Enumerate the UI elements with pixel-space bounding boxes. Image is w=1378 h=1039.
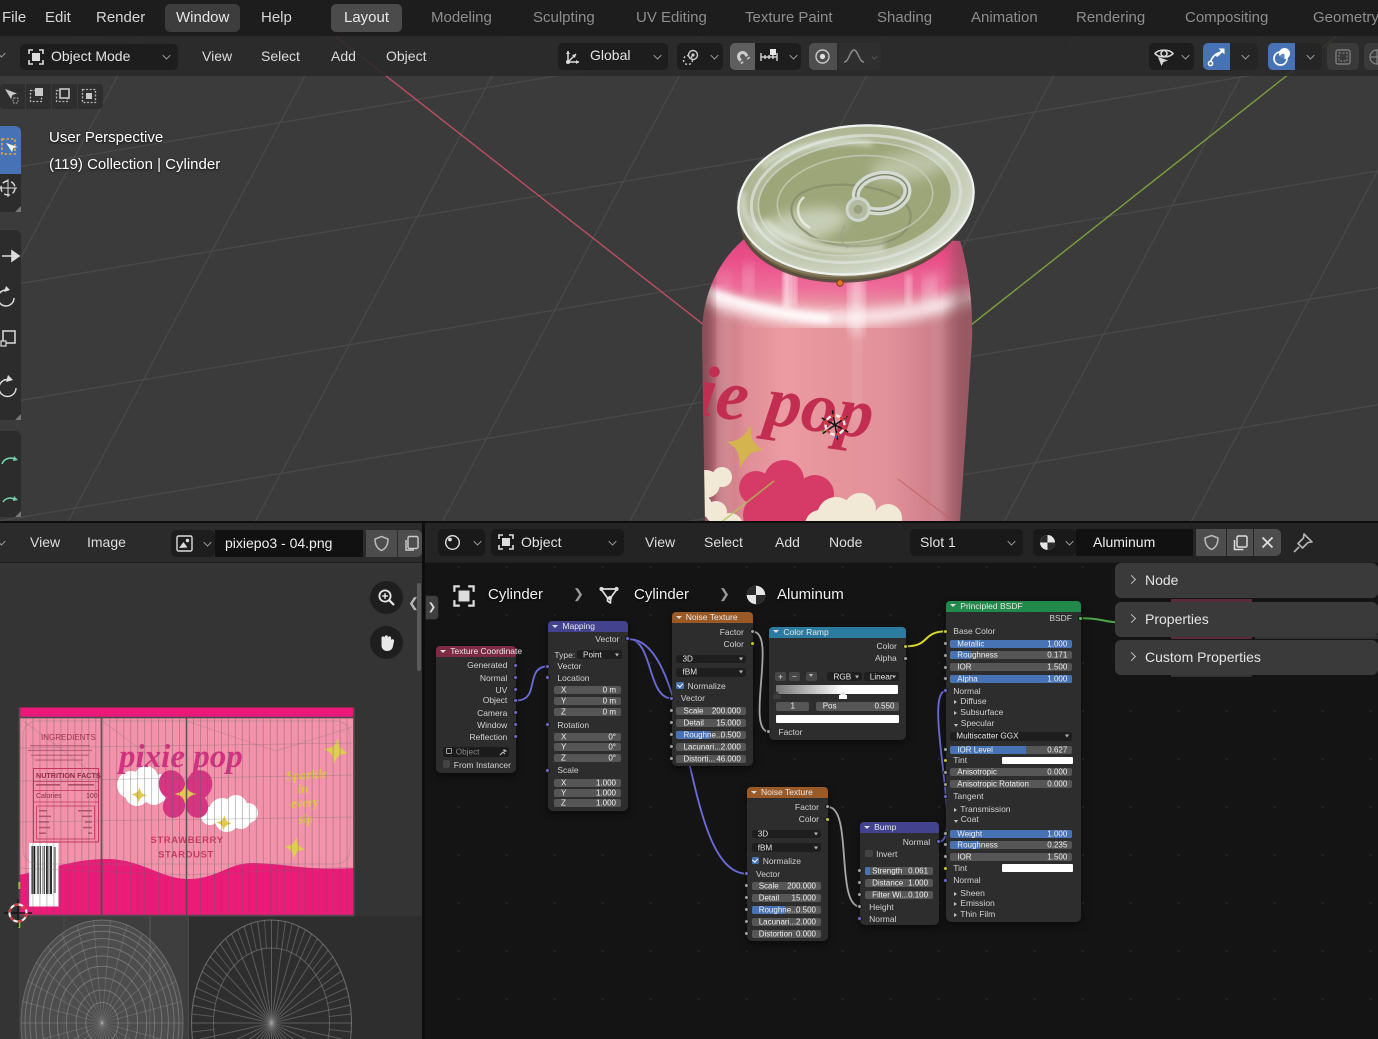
svg-text:NUTRITION FACTS: NUTRITION FACTS — [36, 771, 101, 780]
